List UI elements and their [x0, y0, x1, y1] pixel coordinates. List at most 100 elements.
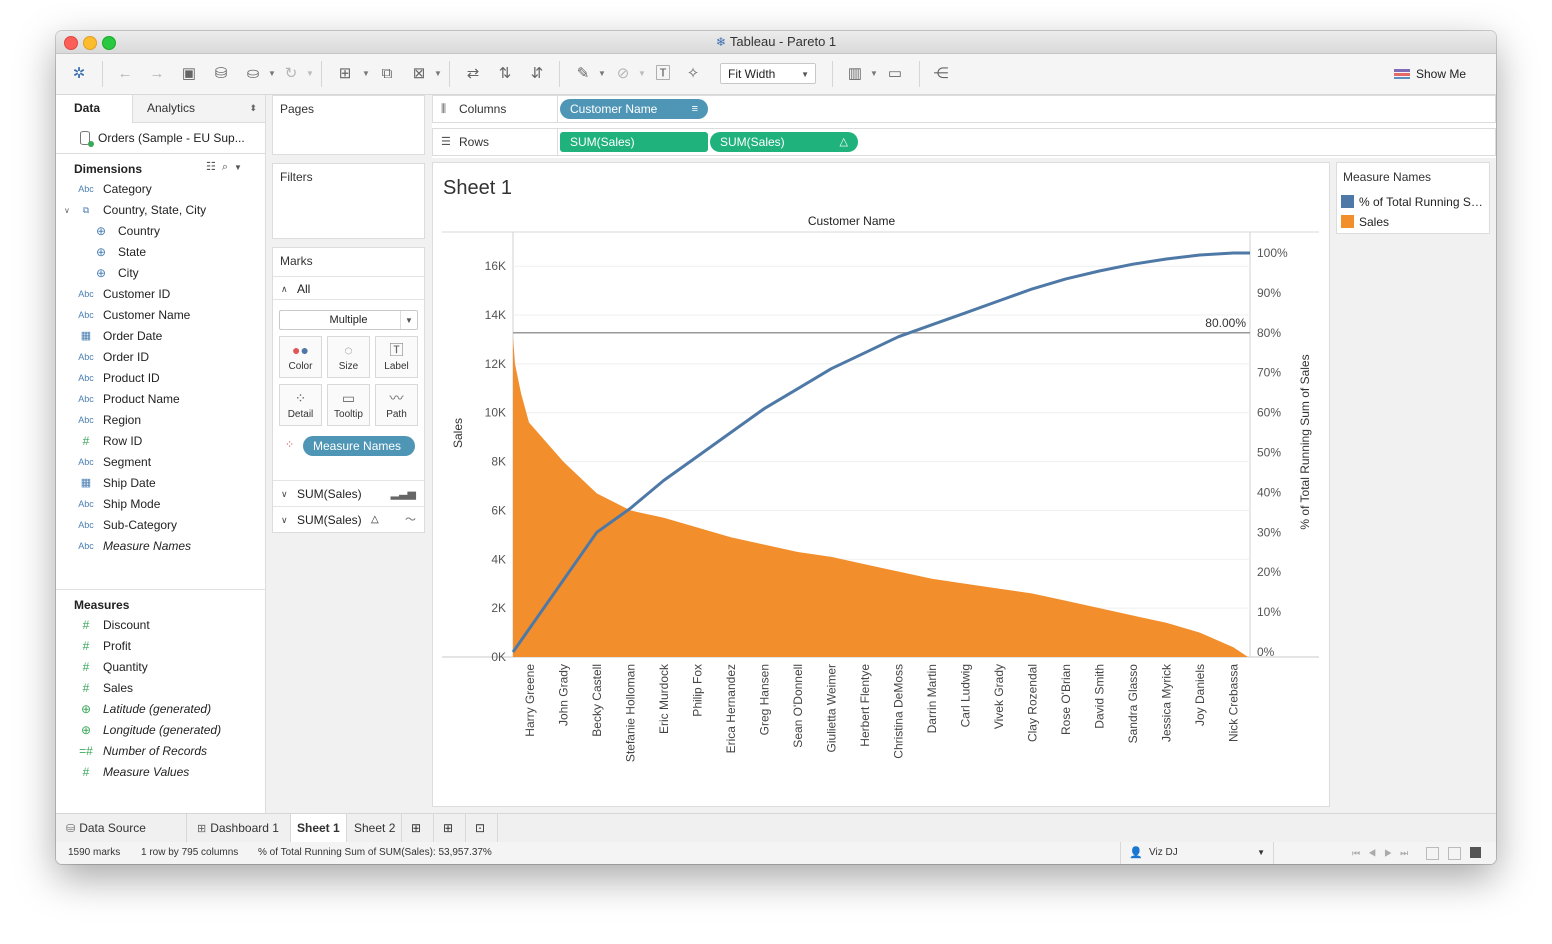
swap-rows-columns-icon[interactable]: ⇄ [462, 63, 484, 85]
field-number-of-records[interactable]: =# Number of Records [56, 741, 265, 762]
new-datasource-icon[interactable]: ⛁ [210, 63, 232, 85]
tab-sheet-2[interactable]: Sheet 2 [347, 814, 402, 842]
sort-ascending-icon[interactable]: ⇅ [494, 63, 516, 85]
dimensions-header: Dimensions [74, 162, 143, 176]
field-quantity[interactable]: # Quantity [56, 657, 265, 678]
group-members-icon[interactable]: ⊘ [612, 63, 634, 85]
legend-title: Measure Names [1343, 170, 1432, 184]
field-product-name[interactable]: Abc Product Name [56, 389, 265, 410]
sum-sales-pill-2[interactable]: SUM(Sales) △ [710, 132, 858, 152]
save-icon[interactable]: ▣ [178, 63, 200, 85]
field-order-date[interactable]: ▦ Order Date [56, 326, 265, 347]
legend-item-sales[interactable]: Sales [1341, 213, 1485, 231]
field-customer-name[interactable]: Abc Customer Name [56, 305, 265, 326]
field-discount[interactable]: # Discount [56, 615, 265, 636]
tab-sheet-1[interactable]: Sheet 1 [291, 814, 347, 842]
minimize-window-button[interactable] [83, 36, 97, 50]
undo-icon[interactable]: ← [114, 63, 136, 85]
pause-updates-icon[interactable]: ⛀ [242, 63, 264, 85]
field-segment[interactable]: Abc Segment [56, 452, 265, 473]
pages-card[interactable]: Pages [272, 95, 425, 155]
path-button[interactable]: 〰 Path [375, 384, 418, 426]
show-cards-icon[interactable]: ▥ [844, 63, 866, 85]
sheet-navigation[interactable]: ⏮◀▶⏭ [1352, 842, 1416, 864]
rows-shelf[interactable]: ☰ Rows SUM(Sales) SUM(Sales) △ [432, 128, 1496, 156]
filters-card[interactable]: Filters [272, 163, 425, 239]
marks-all-row[interactable]: ∧ All [273, 276, 424, 300]
user-icon: 👤 [1129, 847, 1143, 859]
measure-names-pill[interactable]: Measure Names [303, 436, 415, 456]
show-mark-labels-icon[interactable]: 🅃 [652, 63, 674, 85]
color-button[interactable]: ●● Color [279, 336, 322, 378]
highlight-icon[interactable]: ✎ [572, 63, 594, 85]
tab-dashboard-1[interactable]: ⊞ Dashboard 1 [187, 814, 291, 842]
refresh-icon[interactable]: ↻ [280, 63, 302, 85]
tableau-logo-icon[interactable]: ✲ [68, 63, 90, 85]
fit-width-dropdown[interactable]: Fit Width ▼ [720, 63, 816, 84]
sum-sales-line-row[interactable]: ∨ SUM(Sales) △ 〜 [273, 506, 424, 532]
new-worksheet-tab-icon[interactable]: ⊞ [402, 814, 434, 842]
new-worksheet-icon[interactable]: ⊞ [334, 63, 356, 85]
field-profit[interactable]: # Profit [56, 636, 265, 657]
field-ship-date[interactable]: ▦ Ship Date [56, 473, 265, 494]
tab-view-icon[interactable] [1470, 847, 1481, 858]
field-country[interactable]: ⊕ Country [56, 221, 265, 242]
duplicate-sheet-icon[interactable]: ⧉ [376, 63, 398, 85]
field-sales[interactable]: # Sales [56, 678, 265, 699]
data-pane-tabs: Data Analytics ⬍ [56, 95, 265, 123]
view-list-icon[interactable]: ☷ [206, 161, 222, 173]
geo-globe-icon: ⊕ [80, 723, 92, 737]
field-measure-names[interactable]: Abc Measure Names [56, 536, 265, 557]
sort-descending-icon[interactable]: ⇵ [526, 63, 548, 85]
close-window-button[interactable] [64, 36, 78, 50]
tooltip-button[interactable]: ▭ Tooltip [327, 384, 370, 426]
field-state[interactable]: ⊕ State [56, 242, 265, 263]
columns-shelf[interactable]: ⫼ Columns Customer Name ≡ [432, 95, 1496, 123]
grid-view-icon[interactable] [1426, 847, 1439, 860]
zoom-window-button[interactable] [102, 36, 116, 50]
new-dashboard-tab-icon[interactable]: ⊞ [434, 814, 466, 842]
size-button[interactable]: ◌ Size [327, 336, 370, 378]
tab-analytics[interactable]: Analytics ⬍ [133, 95, 265, 122]
chevron-down-icon[interactable]: ∨ [64, 200, 70, 221]
y-tick-label: 12K [485, 357, 506, 371]
field-latitude-generated[interactable]: ⊕ Latitude (generated) [56, 699, 265, 720]
y2-tick-label: 0% [1257, 645, 1275, 659]
label-button[interactable]: 🅃 Label [375, 336, 418, 378]
sum-sales-pill-1[interactable]: SUM(Sales) [560, 132, 708, 152]
field-product-id[interactable]: Abc Product ID [56, 368, 265, 389]
field-region[interactable]: Abc Region [56, 410, 265, 431]
field-label: City [118, 266, 139, 280]
field-longitude-generated[interactable]: ⊕ Longitude (generated) [56, 720, 265, 741]
tab-data[interactable]: Data [56, 95, 133, 123]
mark-type-dropdown[interactable]: Multiple ▼ [279, 310, 418, 330]
field-measure-values[interactable]: # Measure Values [56, 762, 265, 783]
field-category[interactable]: Abc Category [56, 179, 265, 200]
redo-icon[interactable]: → [146, 63, 168, 85]
field-sub-category[interactable]: Abc Sub-Category [56, 515, 265, 536]
filters-title: Filters [280, 170, 313, 184]
field-customer-id[interactable]: Abc Customer ID [56, 284, 265, 305]
field-row-id[interactable]: # Row ID [56, 431, 265, 452]
detail-button[interactable]: ⁘ Detail [279, 384, 322, 426]
field-order-id[interactable]: Abc Order ID [56, 347, 265, 368]
field-country-state-city[interactable]: ∨ ⧉ Country, State, City [56, 200, 265, 221]
pareto-chart[interactable]: Customer Name 0K 2K 4K 6K 8K 10K 12K 14K 16K 0% 10%… [433, 163, 1329, 806]
menu-chevron-icon[interactable]: ▼ [234, 163, 248, 172]
customer-name-pill[interactable]: Customer Name ≡ [560, 99, 708, 119]
datasource-item[interactable]: Orders (Sample - EU Sup... [56, 123, 265, 154]
user-menu[interactable]: 👤 Viz DJ ▼ [1120, 842, 1274, 864]
tab-data-source[interactable]: ⛁ Data Source [56, 814, 187, 842]
field-ship-mode[interactable]: Abc Ship Mode [56, 494, 265, 515]
filmstrip-view-icon[interactable] [1448, 847, 1461, 860]
sum-sales-bar-row[interactable]: ∨ SUM(Sales) ▂▃▅ [273, 480, 424, 506]
legend-item-running-pct[interactable]: % of Total Running Sum of Sales [1341, 193, 1485, 211]
show-me-button[interactable]: Show Me [1394, 63, 1466, 85]
field-city[interactable]: ⊕ City [56, 263, 265, 284]
clear-sheet-icon[interactable]: ⊠ [408, 63, 430, 85]
fix-axes-icon[interactable]: ✧ [682, 63, 704, 85]
new-story-tab-icon[interactable]: ⊡ [466, 814, 498, 842]
search-icon[interactable]: ⌕ [222, 161, 234, 173]
share-icon[interactable]: ⋲ [930, 63, 952, 85]
presentation-mode-icon[interactable]: ▭ [884, 63, 906, 85]
